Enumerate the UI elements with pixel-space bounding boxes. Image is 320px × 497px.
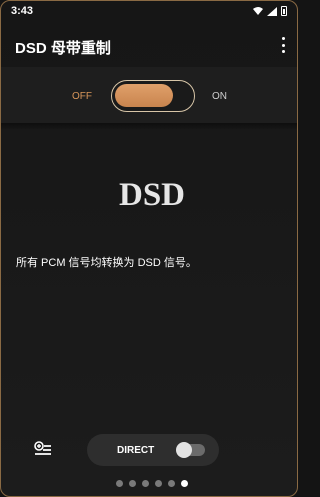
off-label: OFF (72, 91, 92, 102)
direct-mode-control[interactable]: DIRECT (87, 434, 219, 466)
status-bar: 3:43 (1, 1, 297, 23)
remaster-switch[interactable] (111, 80, 195, 112)
page-title: DSD 母带重制 (15, 40, 111, 57)
dsd-logo-text: DSD (119, 177, 185, 209)
dsd-logo: DSD (119, 177, 185, 209)
page-dot[interactable] (142, 480, 149, 487)
battery-icon (281, 6, 287, 16)
wifi-icon (253, 7, 263, 15)
on-label: ON (212, 91, 227, 102)
add-queue-icon[interactable] (34, 441, 52, 457)
page-dot[interactable] (129, 480, 136, 487)
direct-toggle-knob[interactable] (176, 442, 192, 458)
direct-label: DIRECT (117, 445, 155, 456)
section-divider (1, 123, 297, 129)
page-indicator (116, 480, 188, 487)
remaster-toggle-section: OFF ON (1, 67, 297, 123)
direct-toggle[interactable] (176, 442, 205, 458)
page-dot[interactable] (116, 480, 123, 487)
page-dot-active[interactable] (181, 480, 188, 487)
more-vert-icon[interactable] (279, 37, 287, 53)
signal-icon (267, 6, 277, 16)
status-time: 3:43 (11, 5, 34, 17)
app-window: 3:43 DSD 母带重制 OFF ON DSD 所有 PCM 信号均转换为 D… (0, 0, 298, 497)
app-bar: DSD 母带重制 (1, 23, 297, 67)
remaster-switch-knob[interactable] (115, 84, 173, 107)
page-dot[interactable] (168, 480, 175, 487)
description-text: 所有 PCM 信号均转换为 DSD 信号。 (16, 257, 197, 269)
status-icons (253, 6, 287, 16)
page-dot[interactable] (155, 480, 162, 487)
